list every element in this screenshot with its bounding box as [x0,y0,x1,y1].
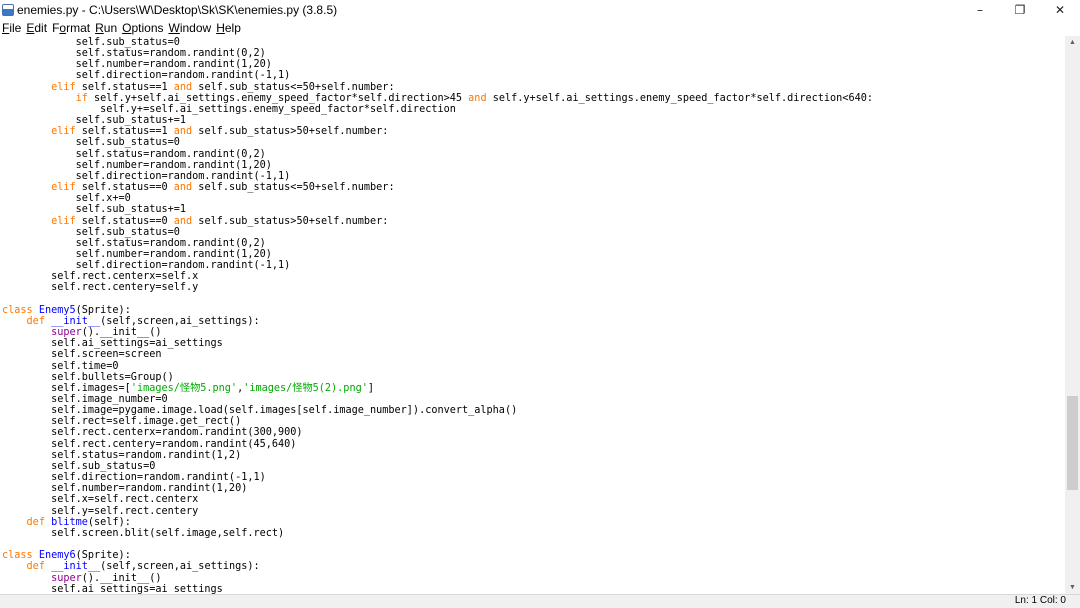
scroll-down-arrow-icon[interactable]: ▼ [1065,581,1080,594]
window-controls: – ❐ ✕ [960,0,1080,20]
code-line[interactable]: self.sub_status=0 [2,461,155,472]
code-line[interactable]: self.direction=random.randint(-1,1) [2,260,291,271]
code-line[interactable]: class Enemy6(Sprite): [2,550,131,561]
code-line[interactable]: self.bullets=Group() [2,372,174,383]
close-button[interactable]: ✕ [1040,0,1080,20]
vertical-scrollbar[interactable]: ▲ ▼ [1065,36,1080,594]
menu-run[interactable]: Run [93,21,120,35]
code-line[interactable]: self.number=random.randint(1,20) [2,160,272,171]
code-line[interactable]: self.status=random.randint(1,2) [2,450,241,461]
code-line[interactable]: self.direction=random.randint(-1,1) [2,171,291,182]
code-line[interactable]: self.screen=screen [2,349,161,360]
code-line[interactable]: def __init__(self,screen,ai_settings): [2,316,260,327]
code-line[interactable]: self.number=random.randint(1,20) [2,249,272,260]
menu-help[interactable]: Help [214,21,244,35]
code-line[interactable]: self.screen.blit(self.image,self.rect) [2,528,284,539]
minimize-button[interactable]: – [960,0,1000,20]
status-bar: Ln: 1 Col: 0 [0,594,1080,608]
menu-file[interactable]: File [0,21,24,35]
code-line[interactable]: self.image=pygame.image.load(self.images… [2,405,517,416]
code-line[interactable]: self.y=self.rect.centery [2,506,198,517]
menu-format[interactable]: Format [50,21,93,35]
code-line[interactable]: self.rect.centery=self.y [2,282,198,293]
code-line[interactable]: self.sub_status=0 [2,227,180,238]
code-line[interactable]: self.rect=self.image.get_rect() [2,416,241,427]
scroll-thumb[interactable] [1067,396,1078,490]
code-line[interactable]: self.x=self.rect.centerx [2,494,198,505]
menu-bar: File Edit Format Run Options Window Help [0,20,1080,36]
maximize-button[interactable]: ❐ [1000,0,1040,20]
code-line[interactable]: elif self.status==0 and self.sub_status<… [2,182,395,193]
menu-window[interactable]: Window [167,21,215,35]
code-line[interactable]: self.y+=self.ai_settings.enemy_speed_fac… [2,104,456,115]
code-line[interactable]: self.ai_settings=ai_settings [2,584,223,594]
code-text[interactable]: self.sub_status=0 self.status=random.ran… [2,37,873,594]
code-line[interactable]: self.sub_status=0 [2,37,180,48]
code-line[interactable]: self.time=0 [2,361,118,372]
code-editor[interactable]: self.sub_status=0 self.status=random.ran… [0,36,1065,594]
code-line[interactable]: self.sub_status+=1 [2,115,186,126]
code-line[interactable]: self.status=random.randint(0,2) [2,238,266,249]
menu-options[interactable]: Options [120,21,166,35]
python-file-icon [2,4,14,16]
title-bar: enemies.py - C:\Users\W\Desktop\Sk\SK\en… [0,0,1080,20]
code-line[interactable]: self.rect.centery=random.randint(45,640) [2,439,296,450]
code-line[interactable]: self.rect.centerx=self.x [2,271,198,282]
code-line[interactable]: self.rect.centerx=random.randint(300,900… [2,427,302,438]
code-line[interactable]: def __init__(self,screen,ai_settings): [2,561,260,572]
menu-edit[interactable]: Edit [24,21,50,35]
code-line[interactable]: super().__init__() [2,573,161,584]
code-line[interactable]: self.x+=0 [2,193,131,204]
code-line[interactable]: elif self.status==0 and self.sub_status>… [2,216,388,227]
code-line[interactable]: self.number=random.randint(1,20) [2,483,247,494]
code-line[interactable]: self.status=random.randint(0,2) [2,149,266,160]
code-line[interactable]: if self.y+self.ai_settings.enemy_speed_f… [2,93,873,104]
code-line[interactable]: self.images=['images/怪物5.png','images/怪物… [2,383,374,394]
code-line[interactable]: self.direction=random.randint(-1,1) [2,472,266,483]
code-line[interactable]: self.status=random.randint(0,2) [2,48,266,59]
code-line[interactable]: elif self.status==1 and self.sub_status<… [2,82,395,93]
code-line[interactable]: class Enemy5(Sprite): [2,305,131,316]
code-line[interactable]: self.sub_status=0 [2,137,180,148]
window-title: enemies.py - C:\Users\W\Desktop\Sk\SK\en… [17,3,338,17]
cursor-position: Ln: 1 Col: 0 [1014,595,1066,606]
code-line[interactable]: self.image_number=0 [2,394,168,405]
code-line[interactable]: self.ai_settings=ai_settings [2,338,223,349]
code-line[interactable]: self.sub_status+=1 [2,204,186,215]
code-line[interactable]: super().__init__() [2,327,161,338]
code-line[interactable]: self.number=random.randint(1,20) [2,59,272,70]
code-line[interactable]: def blitme(self): [2,517,131,528]
scroll-up-arrow-icon[interactable]: ▲ [1065,36,1080,49]
code-line[interactable]: elif self.status==1 and self.sub_status>… [2,126,388,137]
code-line[interactable]: self.direction=random.randint(-1,1) [2,70,291,81]
